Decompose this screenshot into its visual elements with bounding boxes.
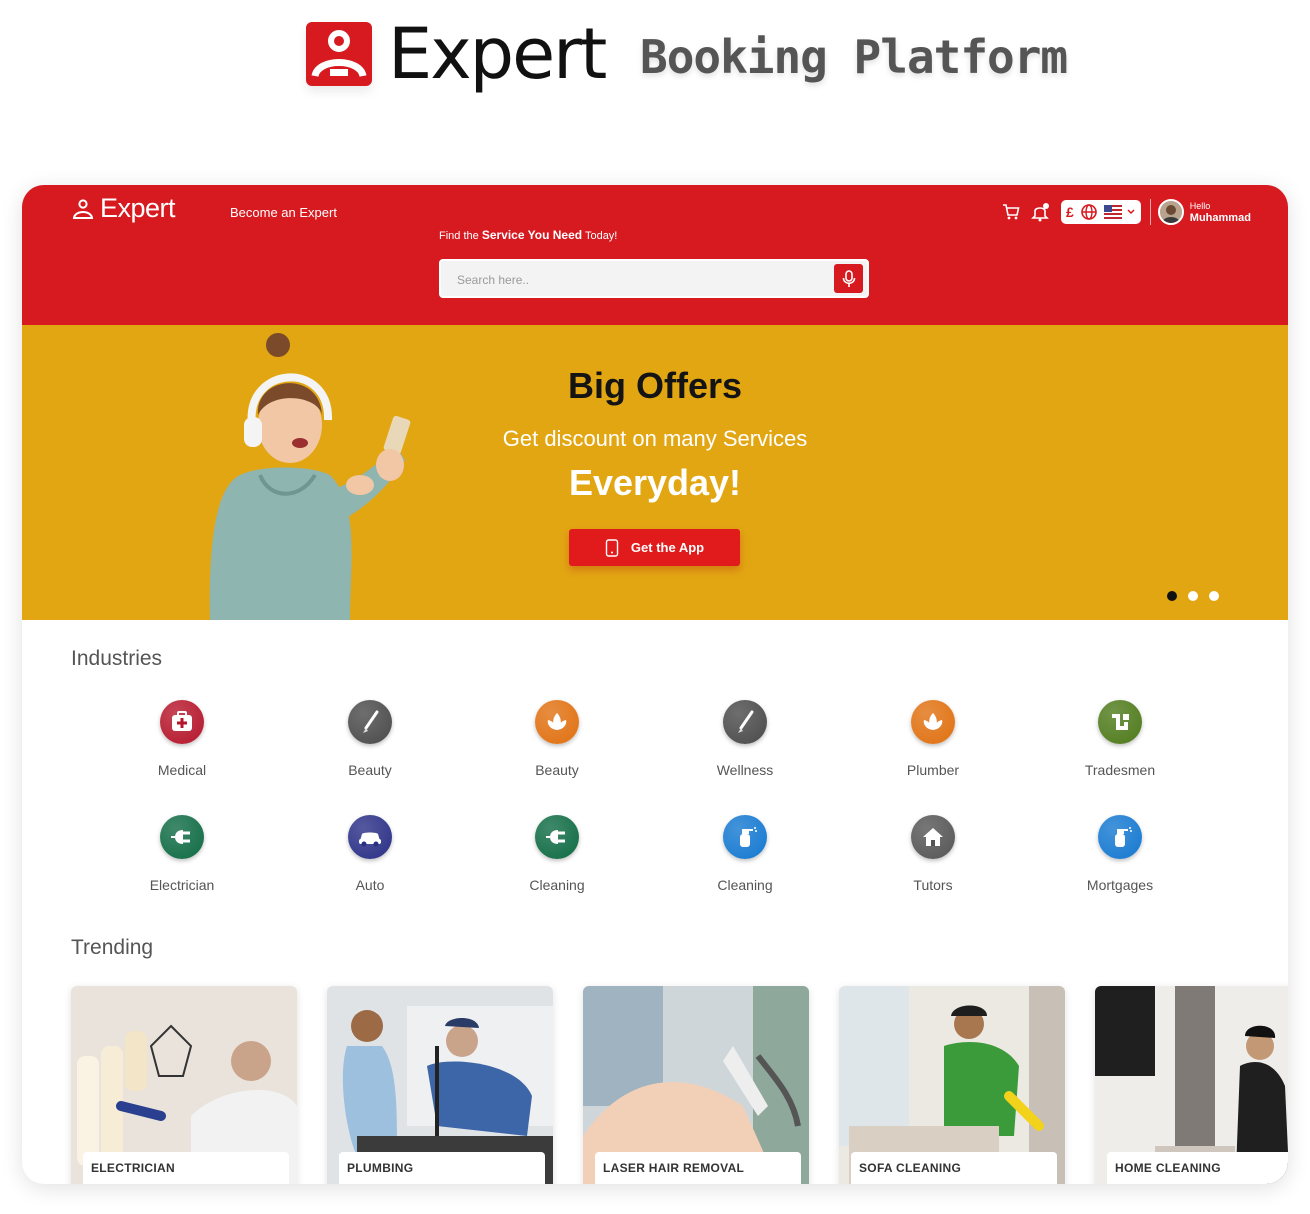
- industry-item-medical[interactable]: Medical: [102, 700, 262, 778]
- trending-card-label: ELECTRICIAN: [83, 1152, 289, 1184]
- search-input[interactable]: [455, 269, 819, 291]
- industry-item-mortgages[interactable]: Mortgages: [1040, 815, 1200, 893]
- trending-card-label: HOME CLEANING: [1107, 1152, 1288, 1184]
- notifications-button[interactable]: [1029, 200, 1051, 224]
- app-logo-text: Expert: [100, 193, 176, 223]
- spray-bottle-icon: [1098, 815, 1142, 859]
- become-expert-link[interactable]: Become an Expert: [230, 205, 337, 220]
- trending-title: Trending: [71, 936, 154, 959]
- trending-card-label: SOFA CLEANING: [851, 1152, 1057, 1184]
- trending-card-laser-hair-removal[interactable]: LASER HAIR REMOVAL: [583, 986, 809, 1184]
- user-avatar-icon: [1159, 201, 1182, 223]
- locale-selector[interactable]: £: [1061, 200, 1141, 224]
- app-logo[interactable]: Expert: [72, 193, 176, 224]
- car-icon: [348, 815, 392, 859]
- industry-label: Tutors: [913, 877, 953, 893]
- mobile-phone-icon: [605, 538, 619, 557]
- trending-card-home-cleaning[interactable]: HOME CLEANING: [1095, 986, 1288, 1184]
- industry-label: Cleaning: [529, 877, 585, 893]
- trending-card-plumbing[interactable]: PLUMBING: [327, 986, 553, 1184]
- industry-item-auto[interactable]: Auto: [290, 815, 450, 893]
- industries-title: Industries: [71, 647, 163, 670]
- carousel-dots: [1167, 591, 1230, 601]
- house-icon: [911, 815, 955, 859]
- voice-search-button[interactable]: [834, 264, 863, 293]
- industry-label: Cleaning: [717, 877, 773, 893]
- brand-subtitle: Booking Platform: [640, 30, 1068, 84]
- industry-label: Wellness: [716, 762, 774, 778]
- lotus-icon: [911, 700, 955, 744]
- cart-button[interactable]: [1000, 200, 1022, 224]
- top-header: Expert Become an Expert Find the Service…: [22, 185, 1288, 325]
- brand-name: Expert: [388, 13, 607, 95]
- chevron-down-icon: [1127, 209, 1135, 215]
- industry-item-beauty[interactable]: Beauty: [477, 700, 637, 778]
- spray-bottle-icon: [723, 815, 767, 859]
- carousel-dot-2[interactable]: [1188, 591, 1198, 601]
- header-actions: £ Hello Muhammad: [1000, 199, 1251, 225]
- industry-item-tradesmen[interactable]: Tradesmen: [1040, 700, 1200, 778]
- industry-label: Beauty: [348, 762, 392, 778]
- avatar[interactable]: [1157, 199, 1184, 225]
- get-app-button[interactable]: Get the App: [569, 529, 740, 566]
- medical-kit-icon: [160, 700, 204, 744]
- industry-item-cleaning[interactable]: Cleaning: [665, 815, 825, 893]
- industry-item-plumber[interactable]: Plumber: [853, 700, 1013, 778]
- trending-card-label: PLUMBING: [339, 1152, 545, 1184]
- app-screenshot: Expert Become an Expert Find the Service…: [22, 185, 1288, 1184]
- carousel-dot-1[interactable]: [1167, 591, 1177, 601]
- industry-item-beauty[interactable]: Beauty: [290, 700, 450, 778]
- industry-item-cleaning[interactable]: Cleaning: [477, 815, 637, 893]
- industry-item-electrician[interactable]: Electrician: [102, 815, 262, 893]
- industry-label: Mortgages: [1086, 877, 1154, 893]
- header-divider: [1149, 199, 1151, 225]
- banner-headline: Everyday!: [568, 462, 742, 503]
- brush-icon: [348, 700, 392, 744]
- search-bar: [439, 259, 869, 298]
- brand-header: Expert: [306, 13, 607, 95]
- industry-label: Auto: [355, 877, 385, 893]
- pipe-icon: [1098, 700, 1142, 744]
- banner-subtitle: Get discount on many Services: [502, 426, 808, 451]
- plug-icon: [535, 815, 579, 859]
- us-flag-icon: [1103, 205, 1122, 219]
- user-greeting[interactable]: Hello Muhammad: [1190, 200, 1251, 224]
- trending-card-electrician[interactable]: ELECTRICIAN: [71, 986, 297, 1184]
- industry-label: Medical: [157, 762, 207, 778]
- industry-label: Tradesmen: [1084, 762, 1156, 778]
- banner-title: Big Offers: [567, 365, 743, 406]
- search-caption: Find the Service You Need Today!: [439, 228, 618, 242]
- cart-icon: [1003, 204, 1020, 220]
- globe-icon: [1080, 204, 1097, 220]
- person-logo-icon: [72, 198, 94, 219]
- trending-card-sofa-cleaning[interactable]: SOFA CLEANING: [839, 986, 1065, 1184]
- brand-logo-icon: [306, 22, 372, 86]
- industry-label: Electrician: [149, 877, 215, 893]
- microphone-icon: [842, 269, 855, 287]
- trending-card-label: LASER HAIR REMOVAL: [595, 1152, 801, 1184]
- bell-icon: [1031, 203, 1049, 222]
- industry-item-tutors[interactable]: Tutors: [853, 815, 1013, 893]
- plug-icon: [160, 815, 204, 859]
- industry-item-wellness[interactable]: Wellness: [665, 700, 825, 778]
- brush-icon: [723, 700, 767, 744]
- industry-label: Plumber: [906, 762, 960, 778]
- promo-banner: Big Offers Get discount on many Services…: [22, 325, 1288, 620]
- industry-label: Beauty: [535, 762, 579, 778]
- currency-symbol: £: [1066, 204, 1074, 220]
- lotus-icon: [535, 700, 579, 744]
- carousel-dot-3[interactable]: [1209, 591, 1219, 601]
